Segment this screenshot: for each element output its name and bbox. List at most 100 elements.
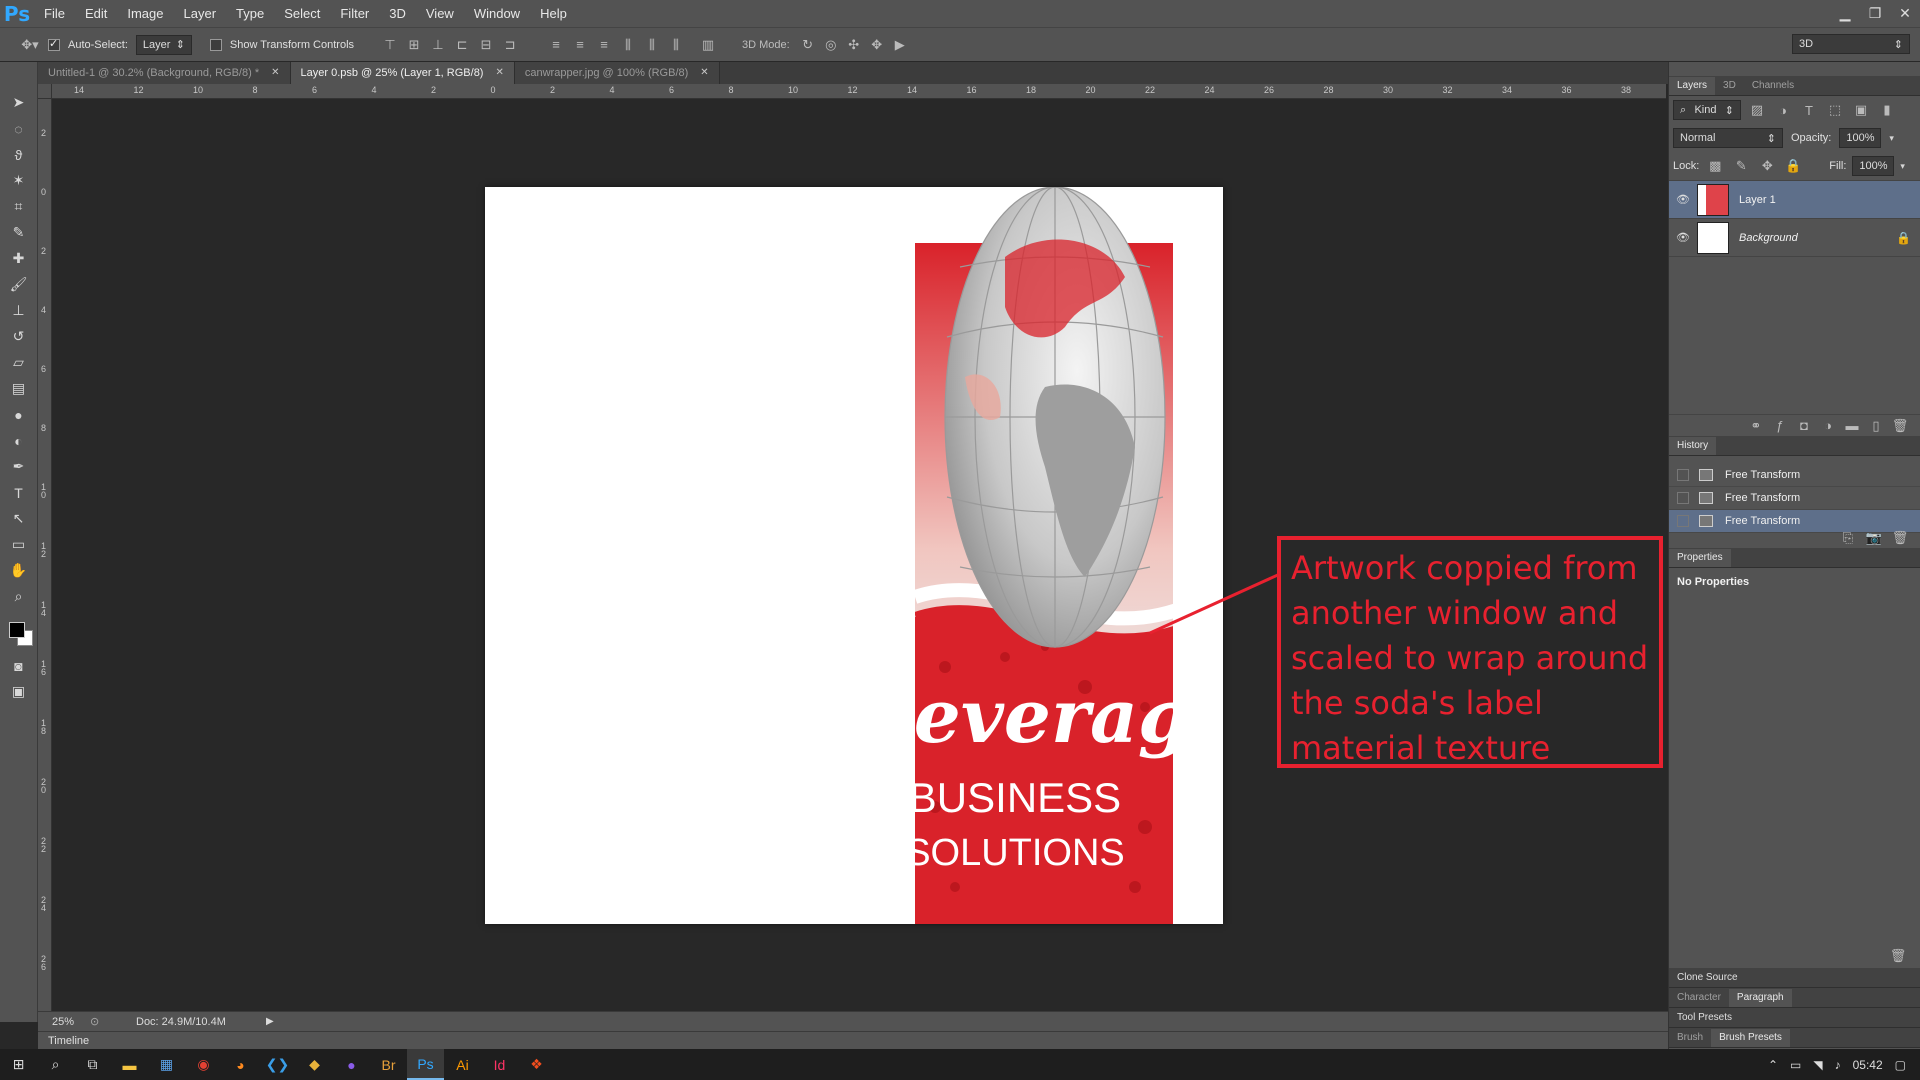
search-icon[interactable]: ⌕: [37, 1049, 74, 1080]
eraser-tool-icon[interactable]: ▱: [6, 352, 32, 373]
zoom-tool-icon[interactable]: ⌕: [6, 586, 32, 607]
distribute-right-icon[interactable]: ⫼: [666, 35, 686, 55]
eyedropper-tool-icon[interactable]: ✎: [6, 222, 32, 243]
align-bottom-icon[interactable]: ⊥: [428, 35, 448, 55]
close-icon[interactable]: ✕: [271, 62, 279, 84]
notification-icon[interactable]: ▢: [1895, 1058, 1906, 1072]
filter-pixel-icon[interactable]: ▨: [1747, 100, 1767, 120]
new-layer-icon[interactable]: ▯: [1866, 416, 1886, 436]
opacity-input[interactable]: 100%: [1839, 128, 1882, 148]
trash-icon[interactable]: 🗑: [1890, 528, 1910, 548]
menu-help[interactable]: Help: [530, 0, 577, 27]
eye-icon[interactable]: 👁: [1669, 231, 1697, 244]
auto-select-dropdown[interactable]: Layer ⇕: [135, 34, 192, 55]
workspace-dropdown[interactable]: 3D ⇕: [1792, 34, 1910, 54]
battery-icon[interactable]: ▭: [1790, 1058, 1801, 1072]
group-icon[interactable]: ▬: [1842, 416, 1862, 436]
layer-row-layer-1[interactable]: 👁 Layer 1: [1669, 181, 1920, 219]
windows-start-icon[interactable]: ⊞: [0, 1049, 37, 1080]
tab-channels[interactable]: Channels: [1744, 77, 1802, 95]
figma-icon[interactable]: ❖: [518, 1049, 555, 1080]
menu-image[interactable]: Image: [117, 0, 173, 27]
dodge-tool-icon[interactable]: ◐: [6, 430, 32, 451]
close-icon[interactable]: ✕: [1890, 0, 1920, 27]
distribute-hcenter-icon[interactable]: ⫼: [642, 35, 662, 55]
crop-tool-icon[interactable]: ⌗: [6, 196, 32, 217]
menu-type[interactable]: Type: [226, 0, 274, 27]
adjustment-layer-icon[interactable]: ◑: [1818, 416, 1838, 436]
chrome-icon[interactable]: ◉: [185, 1049, 222, 1080]
pen-tool-icon[interactable]: ✒: [6, 456, 32, 477]
show-transform-checkbox[interactable]: [209, 38, 222, 51]
store-icon[interactable]: ▦: [148, 1049, 185, 1080]
filter-toggle-icon[interactable]: ▮: [1877, 100, 1897, 120]
quick-mask-icon[interactable]: ◙: [6, 655, 32, 676]
screen-mode-icon[interactable]: ▣: [6, 681, 32, 702]
align-hcenter-icon[interactable]: ⊟: [476, 35, 496, 55]
tab-history[interactable]: History: [1669, 437, 1717, 455]
close-icon[interactable]: ✕: [700, 62, 708, 84]
layer-name[interactable]: Background: [1739, 232, 1896, 244]
git-icon[interactable]: ◆: [296, 1049, 333, 1080]
illustrator-icon[interactable]: Ai: [444, 1049, 481, 1080]
blur-tool-icon[interactable]: ●: [6, 404, 32, 425]
align-left-icon[interactable]: ⊏: [452, 35, 472, 55]
layer-name[interactable]: Layer 1: [1739, 194, 1920, 206]
task-view-icon[interactable]: ⧉: [74, 1049, 111, 1080]
history-snapshot-checkbox[interactable]: [1677, 492, 1689, 504]
fill-input[interactable]: 100%: [1852, 156, 1895, 176]
tab-3d[interactable]: 3D: [1715, 77, 1744, 95]
magic-wand-tool-icon[interactable]: ✶: [6, 170, 32, 191]
close-icon[interactable]: ✕: [495, 62, 503, 84]
trash-icon[interactable]: 🗑: [1888, 946, 1908, 966]
tab-canwrapper[interactable]: canwrapper.jpg @ 100% (RGB/8) ✕: [514, 62, 720, 84]
clone-stamp-tool-icon[interactable]: ⊥: [6, 300, 32, 321]
type-tool-icon[interactable]: T: [6, 482, 32, 503]
dropdown-arrow-icon[interactable]: ▾: [1889, 133, 1894, 144]
status-share-icon[interactable]: ⊙: [90, 1015, 110, 1028]
filter-adjustment-icon[interactable]: ◑: [1773, 100, 1793, 120]
timeline-panel-tab[interactable]: Timeline: [38, 1031, 1668, 1049]
move-tool-preset-icon[interactable]: ✥▾: [20, 35, 40, 55]
tab-layer-0-psb[interactable]: Layer 0.psb @ 25% (Layer 1, RGB/8) ✕: [290, 62, 515, 84]
move-tool-icon[interactable]: ➤: [6, 92, 32, 113]
camera-icon[interactable]: 📷: [1864, 528, 1884, 548]
shape-tool-icon[interactable]: ▭: [6, 534, 32, 555]
tool-presets-panel[interactable]: Tool Presets: [1669, 1008, 1920, 1028]
link-layers-icon[interactable]: ⚭: [1746, 416, 1766, 436]
menu-window[interactable]: Window: [464, 0, 530, 27]
hand-tool-icon[interactable]: ✋: [6, 560, 32, 581]
lock-position-icon[interactable]: ✥: [1757, 156, 1777, 176]
menu-layer[interactable]: Layer: [174, 0, 227, 27]
tab-brush-presets[interactable]: Brush Presets: [1711, 1028, 1790, 1047]
distribute-left-icon[interactable]: ⫼: [618, 35, 638, 55]
auto-align-icon[interactable]: ▥: [698, 35, 718, 55]
firefox-icon[interactable]: ◕: [222, 1049, 259, 1080]
layer-kind-dropdown[interactable]: ⌕ Kind ⇕: [1673, 100, 1741, 120]
foreground-color-swatch[interactable]: [8, 622, 25, 638]
restore-icon[interactable]: ❐: [1860, 0, 1890, 27]
volume-icon[interactable]: ♪: [1835, 1058, 1841, 1072]
filter-shape-icon[interactable]: ⬚: [1825, 100, 1845, 120]
history-item[interactable]: Free Transform: [1669, 464, 1920, 487]
clone-source-panel[interactable]: Clone Source: [1669, 968, 1920, 988]
history-snapshot-checkbox[interactable]: [1677, 469, 1689, 481]
tab-properties[interactable]: Properties: [1669, 549, 1731, 567]
tab-brush[interactable]: Brush: [1669, 1029, 1711, 1047]
filter-type-icon[interactable]: T: [1799, 100, 1819, 120]
eye-icon[interactable]: 👁: [1669, 193, 1697, 206]
vertical-ruler[interactable]: 2 0 2 4 6 8 1 0 1 2 1 4 1 6 1 8 2 0 2 2 2 4 2 6: [38, 99, 52, 1011]
tab-layers[interactable]: Layers: [1669, 77, 1716, 95]
path-selection-tool-icon[interactable]: ↖: [6, 508, 32, 529]
history-brush-tool-icon[interactable]: ↺: [6, 326, 32, 347]
history-item[interactable]: Free Transform: [1669, 487, 1920, 510]
blend-mode-dropdown[interactable]: Normal ⇕: [1673, 128, 1783, 148]
menu-view[interactable]: View: [416, 0, 464, 27]
dropdown-arrow-icon[interactable]: ▾: [1900, 161, 1905, 172]
clock-time[interactable]: 05:42: [1853, 1058, 1883, 1072]
distribute-vcenter-icon[interactable]: ≡: [570, 35, 590, 55]
minimize-icon[interactable]: ▁: [1830, 0, 1860, 27]
3d-rotate-icon[interactable]: ↻: [798, 35, 818, 55]
align-right-icon[interactable]: ⊐: [500, 35, 520, 55]
layer-mask-icon[interactable]: ◘: [1794, 416, 1814, 436]
